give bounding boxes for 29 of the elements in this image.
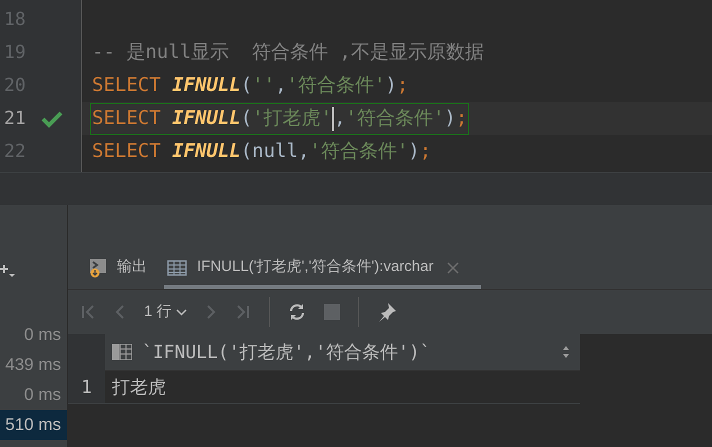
column-header[interactable]: `IFNULL('打老虎','符合条件')` [105, 334, 580, 371]
add-icon[interactable] [0, 262, 16, 278]
refresh-icon[interactable] [288, 303, 306, 321]
console-icon [89, 258, 107, 278]
row-number: 1 [68, 371, 105, 403]
code-line[interactable]: SELECT IFNULL(null,'符合条件'); [91, 136, 432, 168]
text-cursor [332, 106, 334, 130]
next-icon[interactable] [204, 304, 217, 320]
last-page-icon[interactable] [234, 304, 251, 320]
previous-icon[interactable] [114, 304, 126, 320]
query-time[interactable]: 0 ms [0, 380, 67, 410]
stop-icon[interactable] [324, 304, 340, 320]
query-time[interactable]: 439 ms [0, 350, 67, 380]
table-icon [167, 260, 187, 276]
sort-icon[interactable] [562, 345, 570, 359]
result-tab[interactable]: 输出 [86, 250, 150, 289]
code-line[interactable]: SELECT IFNULL('','符合条件'); [91, 70, 410, 102]
pin-icon[interactable] [376, 302, 397, 322]
code-line[interactable]: -- 是null显示 符合条件 ,不是显示原数据 [91, 36, 485, 68]
page-size-dropdown[interactable]: 1 行 [144, 300, 187, 324]
column-icon [112, 344, 132, 360]
close-icon[interactable] [447, 262, 460, 274]
table-cell[interactable]: 打老虎 [105, 371, 580, 403]
line-number: 21 [4, 107, 26, 131]
chevron-down-icon [176, 308, 187, 316]
first-page-icon[interactable] [80, 304, 96, 320]
query-time[interactable]: 510 ms [0, 410, 67, 440]
query-time[interactable]: 0 ms [0, 320, 67, 350]
result-tab[interactable]: IFNULL('打老虎','符合条件'):varchar [164, 250, 482, 289]
